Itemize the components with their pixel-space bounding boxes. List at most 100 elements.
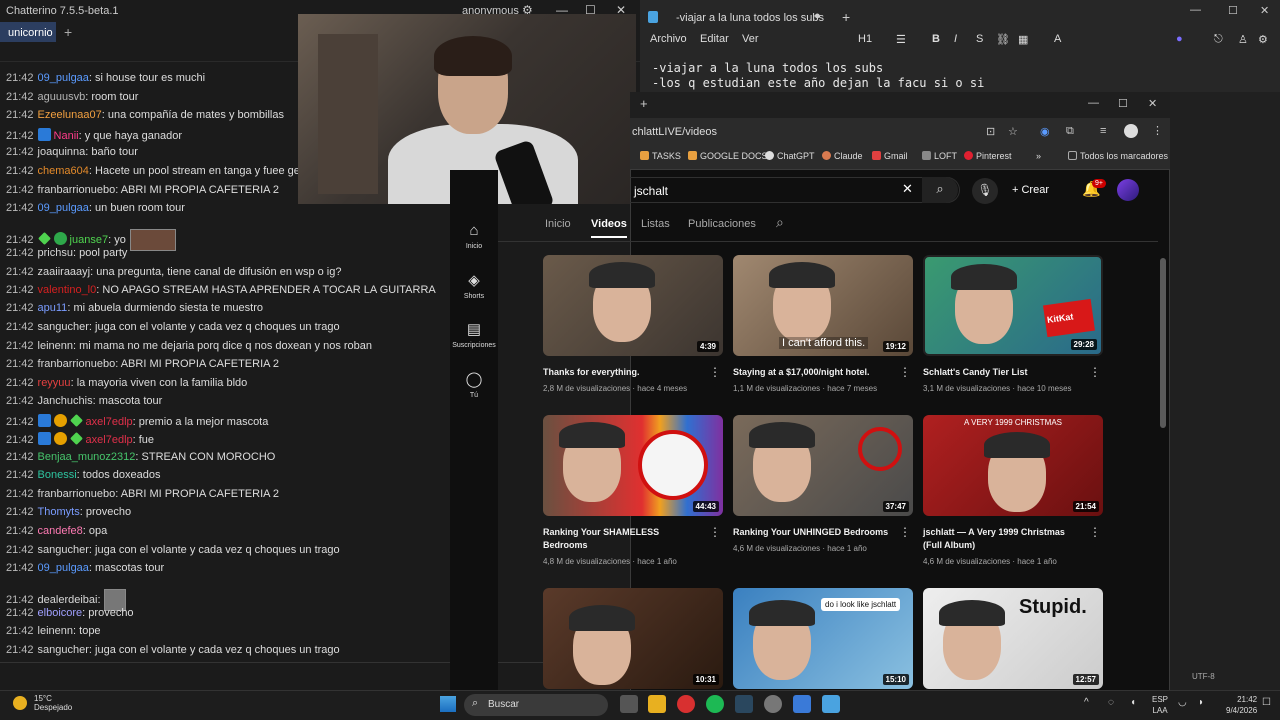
chat-message[interactable]: 21:42 Bonessi: todos doxeados [6,469,160,481]
clear-format-icon[interactable]: A [1054,33,1061,45]
clear-search-icon[interactable]: ✕ [902,181,913,197]
create-button[interactable]: + Crear [1012,180,1072,200]
message-username[interactable]: Bonessi [38,469,77,481]
yt-nav-shorts[interactable]: ◈ Shorts [450,271,498,300]
explorer-icon[interactable] [648,695,666,713]
chat-message[interactable]: 21:42 Thomyts: provecho [6,506,131,518]
profile-icon[interactable] [1124,124,1138,138]
message-username[interactable]: reyyuu [38,377,71,389]
chat-message[interactable]: 21:42 apu11: mi abuela durmiendo siesta t… [6,302,263,314]
chat-message[interactable]: 21:42 zaaiiraaayj: una pregunta, tiene ca… [6,266,341,278]
minimize-icon[interactable]: — [1088,97,1099,109]
media-icon[interactable]: ≡ [1100,125,1106,137]
message-username[interactable]: chema604 [38,165,89,177]
taskbar-search[interactable]: Buscar [464,694,608,716]
chat-message[interactable]: 21:42 joaquinna: baño tour [6,146,138,158]
message-username[interactable]: franbarrionuebo [38,184,116,196]
menu-archivo[interactable]: Archivo [650,33,687,45]
chat-message[interactable]: 21:42 aguuusvb: room tour [6,91,138,103]
message-username[interactable]: sangucher [38,321,89,333]
chat-message[interactable]: 21:42 09_pulgaa: mascotas tour [6,562,164,574]
video-title[interactable]: Staying at a $17,000/night hotel. [733,366,893,379]
video-card[interactable]: A VERY 1999 CHRISTMAS 21:54 jschlatt — A V… [923,415,1103,566]
more-options-icon[interactable]: ⋮ [709,525,721,539]
video-title[interactable]: jschlatt — A Very 1999 Christmas (Full A… [923,526,1083,552]
strikethrough-icon[interactable]: S [976,33,983,45]
video-thumbnail[interactable]: do i look like jschlatt 15:10 [733,588,913,689]
message-username[interactable]: axel7edlp [86,416,133,428]
chatterino-icon[interactable] [793,695,811,713]
unsaved-dot-icon[interactable]: ● [814,10,821,22]
message-username[interactable]: sangucher [38,544,89,556]
taskview-icon[interactable] [620,695,638,713]
install-icon[interactable]: ⊡ [986,125,995,138]
video-title[interactable]: Ranking Your SHAMELESS Bedrooms [543,526,703,552]
bookmark-pinterest[interactable]: Pinterest [964,151,1012,161]
mic-icon[interactable]: 🎙 [972,178,998,204]
message-username[interactable]: 09_pulgaa [38,72,89,84]
video-card[interactable]: 44:43 Ranking Your SHAMELESS Bedrooms 4,8 … [543,415,723,566]
video-title[interactable]: Ranking Your UNHINGED Bedrooms [733,526,893,539]
video-thumbnail[interactable]: KitKat 29:28 [923,255,1103,356]
close-icon[interactable]: ✕ [1148,97,1157,110]
tab-videos[interactable]: Videos [591,218,627,238]
message-username[interactable]: Thomyts [38,506,80,518]
network-icon[interactable]: ◌ [1108,697,1114,708]
yt-nav-inicio[interactable]: ⌂ Inicio [450,222,498,250]
heading-select[interactable]: H1 [858,33,872,45]
tab-publicaciones[interactable]: Publicaciones [688,218,756,230]
clock[interactable]: 21:42 9/4/2026 [1226,694,1257,716]
copilot-icon[interactable]: ● [1176,33,1183,45]
tab-inicio[interactable]: Inicio [545,218,571,230]
search-icon[interactable]: ⌕ [922,177,958,203]
message-username[interactable]: 09_pulgaa [38,562,89,574]
menu-icon[interactable]: ⋮ [1152,124,1163,137]
bookmark-gmail[interactable]: Gmail [872,151,908,161]
chat-message[interactable]: 21:42 franbarrionuebo: ABRI MI PROPIA CAF… [6,488,279,500]
more-options-icon[interactable]: ⋮ [899,525,911,539]
spotify-icon[interactable] [706,695,724,713]
volume-icon[interactable]: ◖ [1130,697,1136,708]
maximize-icon[interactable]: ☐ [1228,4,1238,17]
message-username[interactable]: leinenn [38,625,73,637]
video-card[interactable]: 10:31 [543,588,723,689]
close-icon[interactable]: ✕ [1260,4,1269,17]
add-tab-icon[interactable]: + [64,24,72,40]
message-username[interactable]: aguuusvb [38,91,86,103]
link-icon[interactable]: ⛓ [996,33,1010,46]
video-thumbnail[interactable]: 4:39 [543,255,723,356]
message-username[interactable]: Nanii [54,130,79,142]
message-username[interactable]: apu11 [38,302,68,314]
video-thumbnail[interactable]: I can't afford this. 19:12 [733,255,913,356]
chat-message[interactable]: 21:42 Janchuchis: mascota tour [6,395,162,407]
message-username[interactable]: Benjaa_munoz2312 [38,451,136,463]
italic-icon[interactable]: I [954,33,957,45]
chat-message[interactable]: 21:42 sangucher: juga con el volante y ca… [6,321,340,333]
chat-message[interactable]: 21:42 franbarrionuebo: ABRI MI PROPIA CAF… [6,358,279,370]
weather-widget[interactable]: 15°C Despejado [34,694,72,712]
share-icon[interactable]: ⎋ [1214,33,1223,46]
message-username[interactable]: Janchuchis [38,395,93,407]
notepad-text[interactable]: -viajar a la luna todos los subs -los q … [652,61,984,91]
video-card[interactable]: I can't afford this. 19:12 Staying at a $1… [733,255,913,393]
video-card[interactable]: 37:47 Ranking Your UNHINGED Bedrooms 4,6 M… [733,415,913,553]
message-username[interactable]: dealerdeibai [38,594,98,606]
message-username[interactable]: sangucher [38,644,89,656]
chat-message[interactable]: 21:42 axel7edlp: premio a la mejor mascot… [6,414,268,428]
start-icon[interactable] [440,696,456,712]
avatar[interactable] [1117,179,1139,201]
bold-icon[interactable]: B [932,33,940,45]
chat-message[interactable]: 21:42 Benjaa_munoz2312: STREAN CON MOROCH… [6,451,275,463]
video-thumbnail[interactable]: 10:31 [543,588,723,689]
video-thumbnail[interactable]: Stupid. 12:57 [923,588,1103,689]
message-username[interactable]: Ezeelunaa07 [38,109,102,121]
message-username[interactable]: candefe8 [38,525,83,537]
speaker-icon[interactable]: ◗ [1198,697,1204,708]
notepad-icon[interactable] [822,695,840,713]
video-card[interactable]: KitKat 29:28 Schlatt's Candy Tier List 3,1 … [923,255,1103,393]
chat-message[interactable]: 21:42 sangucher: juga con el volante y ca… [6,544,340,556]
bookmark-star-icon[interactable]: ☆ [1008,125,1018,138]
message-username[interactable]: juanse7 [70,234,109,246]
message-username[interactable]: elboicore [38,607,83,619]
bookmark-chatgpt[interactable]: ChatGPT [765,151,815,161]
